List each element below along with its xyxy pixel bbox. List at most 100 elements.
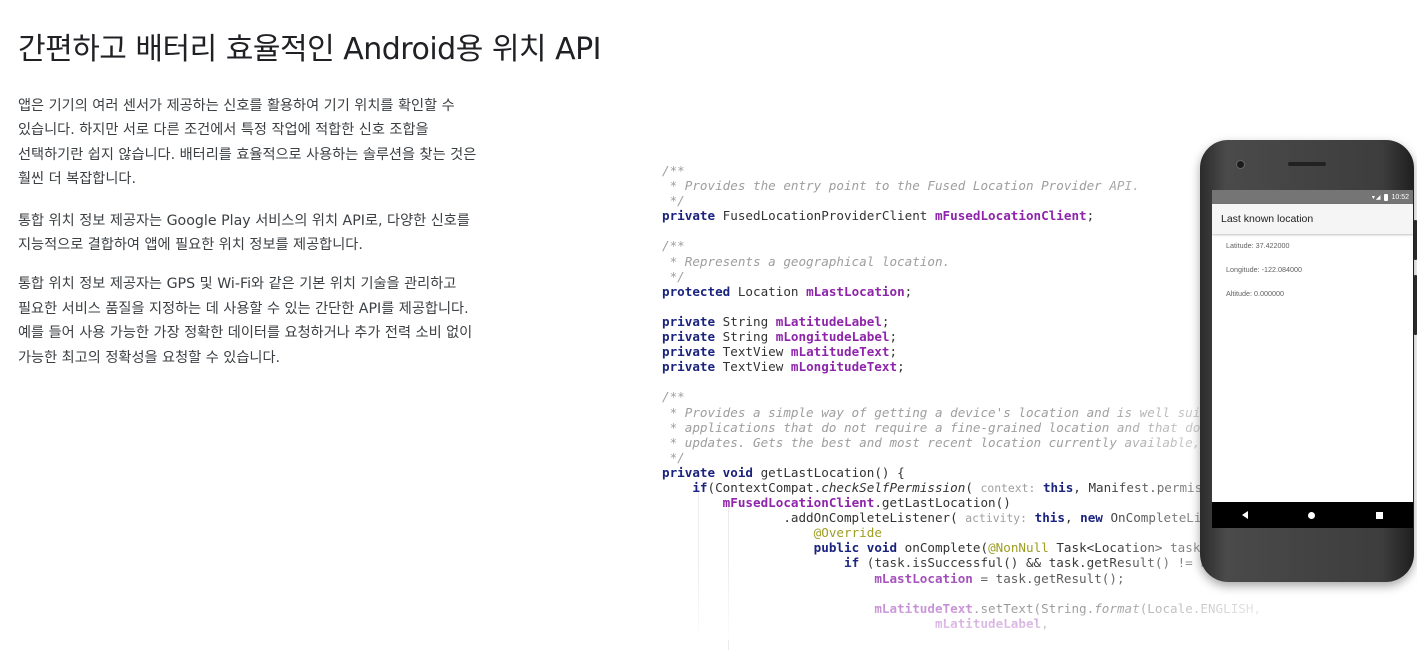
code-token: void xyxy=(866,540,898,556)
code-token: this xyxy=(1034,510,1065,526)
home-icon[interactable] xyxy=(1308,511,1316,519)
code-token: Location xyxy=(730,283,807,299)
code-token: String xyxy=(715,313,776,329)
code-line: * applications that do not require a fin… xyxy=(662,420,1282,435)
speaker-grille xyxy=(1288,162,1326,166)
code-token: if xyxy=(843,555,860,571)
code-token: .getLastLocation() xyxy=(874,495,1011,511)
longitude-field: Longitude: -122.084000 xyxy=(1226,265,1302,274)
code-token: onComplete( xyxy=(897,540,989,556)
code-line: private String mLongitudeLabel; xyxy=(662,329,1282,344)
code-line: private void getLastLocation() { xyxy=(662,465,1282,480)
code-token: mLatitudeLabel xyxy=(934,615,1042,631)
code-token: this xyxy=(1042,479,1074,495)
code-line: @Override xyxy=(662,525,1282,540)
code-token: * Provides the entry point to the Fused … xyxy=(662,178,1140,194)
recents-icon[interactable] xyxy=(1375,511,1383,519)
code-token: void xyxy=(722,464,754,480)
code-line: */ xyxy=(662,193,1282,208)
code-line: /** xyxy=(662,238,1282,253)
code-token: new xyxy=(1080,510,1103,526)
code-token: , xyxy=(1041,615,1049,631)
code-token: public xyxy=(813,540,860,556)
app-bar-title: Last known location xyxy=(1212,204,1413,234)
status-bar: ▾◢ 10:52 xyxy=(1212,190,1413,204)
code-token: context: xyxy=(980,480,1036,495)
code-token: */ xyxy=(662,193,685,209)
code-token: * Provides a simple way of getting a dev… xyxy=(662,404,1254,420)
code-token: , xyxy=(1064,510,1081,526)
code-line: mLatitudeText.setText(String.format(Loca… xyxy=(662,601,1282,616)
code-token: = task.getResult(); xyxy=(972,570,1125,586)
code-token: String xyxy=(715,329,776,345)
code-token: private xyxy=(662,464,716,480)
code-token: protected xyxy=(662,283,731,299)
code-token: TextView xyxy=(715,344,791,360)
code-token: private xyxy=(662,313,716,329)
code-token: ; xyxy=(881,313,890,329)
code-token: /** xyxy=(662,238,685,254)
code-token: mLatitudeLabel xyxy=(775,313,882,329)
code-token: * Represents a geographical location. xyxy=(662,253,951,269)
code-token: mLatitudeText xyxy=(790,344,890,360)
code-token: getLastLocation() { xyxy=(753,464,905,480)
code-token: TextView xyxy=(715,359,791,375)
code-line: if (task.isSuccessful() && task.getResul… xyxy=(662,555,1282,570)
code-token: activity: xyxy=(965,511,1028,526)
code-token: private xyxy=(662,208,716,224)
code-token: mLongitudeText xyxy=(790,359,898,375)
code-token: checkSelfPermission xyxy=(821,479,966,495)
code-line: mFusedLocationClient.getLastLocation() xyxy=(662,495,1282,510)
code-line: private TextView mLongitudeText; xyxy=(662,359,1282,374)
code-token: ; xyxy=(904,283,913,299)
code-token: mLastLocation xyxy=(874,570,973,586)
code-line: /** xyxy=(662,163,1282,178)
phone-mockup: ▾◢ 10:52 Last known location Latitude: 3… xyxy=(1200,140,1417,582)
code-snippet: /** * Provides the entry point to the Fu… xyxy=(662,163,1282,633)
code-token: (ContextCompat. xyxy=(707,479,822,495)
signal-icon: ▾◢ xyxy=(1371,194,1382,201)
camera-icon xyxy=(1236,160,1245,169)
android-nav-bar xyxy=(1212,502,1413,528)
code-token: private xyxy=(662,329,716,345)
code-token: */ xyxy=(662,449,685,465)
code-token: mFusedLocationClient xyxy=(934,208,1087,224)
code-line: * updates. Gets the best and most recent… xyxy=(662,435,1282,450)
code-token: mLastLocation xyxy=(806,283,905,299)
code-line: private String mLatitudeLabel; xyxy=(662,314,1282,329)
code-token: /** xyxy=(662,163,685,178)
page-title: 간편하고 배터리 효율적인 Android용 위치 API xyxy=(18,32,602,67)
code-line: private FusedLocationProviderClient mFus… xyxy=(662,208,1282,223)
code-line: * Represents a geographical location. xyxy=(662,254,1282,269)
code-token: * applications that do not require a fin… xyxy=(662,419,1282,435)
code-token: * updates. Gets the best and most recent… xyxy=(662,434,1282,450)
back-icon[interactable] xyxy=(1242,511,1249,519)
code-line: if(ContextCompat.checkSelfPermission( co… xyxy=(662,480,1282,495)
status-time: 10:52 xyxy=(1391,193,1409,201)
code-line: protected Location mLastLocation; xyxy=(662,284,1282,299)
code-token: Task<Location> task) { xyxy=(1048,540,1224,556)
code-token: mFusedLocationClient xyxy=(722,495,875,511)
phone-screen: ▾◢ 10:52 Last known location Latitude: 3… xyxy=(1212,190,1413,528)
code-line: * Provides the entry point to the Fused … xyxy=(662,178,1282,193)
code-token: mLatitudeText xyxy=(874,600,973,616)
code-token: @Override xyxy=(813,525,882,541)
code-line: /** xyxy=(662,389,1282,404)
battery-icon xyxy=(1384,193,1389,201)
code-token: /** xyxy=(662,389,685,405)
code-token: mLongitudeLabel xyxy=(775,329,890,345)
code-token: */ xyxy=(662,268,685,284)
intro-copy: 앱은 기기의 여러 센서가 제공하는 신호를 활용하여 기기 위치를 확인할 수… xyxy=(18,94,486,387)
